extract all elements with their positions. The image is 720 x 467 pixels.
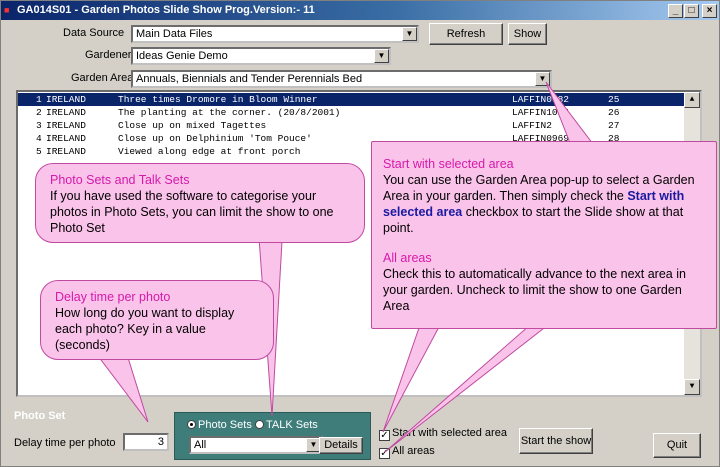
cell-num: 2 bbox=[36, 107, 42, 118]
cell-code: LAFFIN0982 bbox=[512, 94, 570, 105]
callout-delay-text: How long do you want to display each pho… bbox=[55, 306, 235, 352]
cell-num: 4 bbox=[36, 133, 42, 144]
radio-photo-sets[interactable]: Photo Sets bbox=[187, 419, 252, 431]
refresh-button[interactable]: Refresh bbox=[429, 23, 503, 45]
radio-talk-sets[interactable]: TALK Sets bbox=[255, 419, 318, 431]
callout-all-title: All areas bbox=[383, 251, 432, 265]
show-button[interactable]: Show bbox=[508, 23, 547, 45]
radio-photo-sets-label: Photo Sets bbox=[198, 419, 252, 431]
data-source-select[interactable]: Main Data Files ▼ bbox=[131, 25, 419, 43]
callout-delay-title: Delay time per photo bbox=[55, 290, 171, 304]
scroll-up-icon[interactable]: ▲ bbox=[684, 92, 700, 108]
minimize-button[interactable]: _ bbox=[668, 4, 683, 18]
chevron-down-icon[interactable]: ▼ bbox=[402, 27, 417, 41]
callout-photo-sets: Photo Sets and Talk Sets If you have use… bbox=[35, 163, 365, 243]
cell-caption: Viewed along edge at front porch bbox=[118, 146, 301, 157]
chevron-down-icon[interactable]: ▼ bbox=[535, 72, 550, 86]
cell-country: IRELAND bbox=[46, 107, 86, 118]
cell-num: 3 bbox=[36, 120, 42, 131]
callout-photo-sets-text: If you have used the software to categor… bbox=[50, 189, 334, 235]
callout-start-title: Start with selected area bbox=[383, 157, 514, 171]
cell-caption: Three times Dromore in Bloom Winner bbox=[118, 94, 318, 105]
radio-talk-sets-label: TALK Sets bbox=[266, 419, 318, 431]
photo-set-panel: Photo Sets TALK Sets All ▼ Details bbox=[174, 412, 371, 460]
scroll-down-icon[interactable]: ▼ bbox=[684, 379, 700, 395]
cell-n: 27 bbox=[608, 120, 620, 131]
callout-start-text: You can use the Garden Area pop-up to se… bbox=[383, 172, 706, 236]
cell-country: IRELAND bbox=[46, 133, 86, 144]
cell-code: LAFFIN1015 bbox=[512, 107, 570, 118]
garden-area-value: Annuals, Biennials and Tender Perennials… bbox=[136, 73, 363, 85]
cell-code: LAFFIN2 bbox=[512, 120, 552, 131]
garden-area-select[interactable]: Annuals, Biennials and Tender Perennials… bbox=[131, 70, 552, 88]
cell-caption: The planting at the corner. (20/8/2001) bbox=[118, 107, 341, 118]
gardener-select[interactable]: Ideas Genie Demo ▼ bbox=[131, 47, 391, 65]
cell-n: 26 bbox=[608, 107, 620, 118]
app-icon[interactable]: ■ bbox=[4, 5, 14, 15]
details-button[interactable]: Details bbox=[319, 437, 363, 454]
start-show-button[interactable]: Start the show bbox=[519, 428, 593, 454]
start-selected-label: Start with selected area bbox=[392, 427, 507, 439]
window-title: GA014S01 - Garden Photos Slide Show Prog… bbox=[17, 4, 315, 16]
gardener-value: Ideas Genie Demo bbox=[136, 50, 228, 62]
cell-n: 25 bbox=[608, 94, 620, 105]
table-row[interactable]: 3 IRELAND Close up on mixed Tagettes LAFFIN… bbox=[18, 119, 686, 132]
check-icon[interactable]: ✓ bbox=[379, 430, 390, 441]
callout-photo-sets-title: Photo Sets and Talk Sets bbox=[50, 173, 190, 187]
title-bar[interactable]: ■ GA014S01 - Garden Photos Slide Show Pr… bbox=[1, 1, 719, 20]
all-areas-label: All areas bbox=[392, 445, 435, 457]
maximize-button[interactable]: □ bbox=[684, 4, 699, 18]
all-areas-checkbox[interactable]: ✓ All areas bbox=[379, 445, 435, 459]
cell-country: IRELAND bbox=[46, 94, 86, 105]
callout-delay: Delay time per photo How long do you wan… bbox=[40, 280, 274, 360]
cell-num: 1 bbox=[36, 94, 42, 105]
quit-button[interactable]: Quit bbox=[653, 433, 701, 458]
radio-unselected-icon[interactable] bbox=[255, 420, 264, 429]
delay-label: Delay time per photo bbox=[14, 437, 116, 449]
cell-caption: Close up on Delphinium 'Tom Pouce' bbox=[118, 133, 312, 144]
check-icon[interactable]: ✓ bbox=[379, 448, 390, 459]
cell-caption: Close up on mixed Tagettes bbox=[118, 120, 267, 131]
delay-input[interactable]: 3 bbox=[123, 433, 169, 451]
data-source-value: Main Data Files bbox=[136, 28, 213, 40]
photo-set-value: All bbox=[194, 439, 207, 451]
table-row[interactable]: 1 IRELAND Three times Dromore in Bloom Win… bbox=[18, 93, 686, 106]
cell-country: IRELAND bbox=[46, 146, 86, 157]
cell-country: IRELAND bbox=[46, 120, 86, 131]
callout-start-areas: Start with selected area You can use the… bbox=[371, 141, 717, 329]
chevron-down-icon[interactable]: ▼ bbox=[374, 49, 389, 63]
table-row[interactable]: 2 IRELAND The planting at the corner. (20/… bbox=[18, 106, 686, 119]
close-button[interactable]: × bbox=[702, 4, 717, 18]
start-selected-checkbox[interactable]: ✓ Start with selected area bbox=[379, 427, 507, 441]
garden-area-label: Garden Area bbox=[71, 72, 134, 84]
callout-all-text: Check this to automatically advance to t… bbox=[383, 267, 686, 313]
photo-set-select[interactable]: All ▼ bbox=[189, 436, 323, 454]
gardener-label: Gardener bbox=[85, 49, 132, 61]
cell-num: 5 bbox=[36, 146, 42, 157]
photo-set-label: Photo Set bbox=[14, 410, 66, 422]
radio-selected-icon[interactable] bbox=[187, 420, 196, 429]
data-source-label: Data Source bbox=[63, 27, 125, 39]
